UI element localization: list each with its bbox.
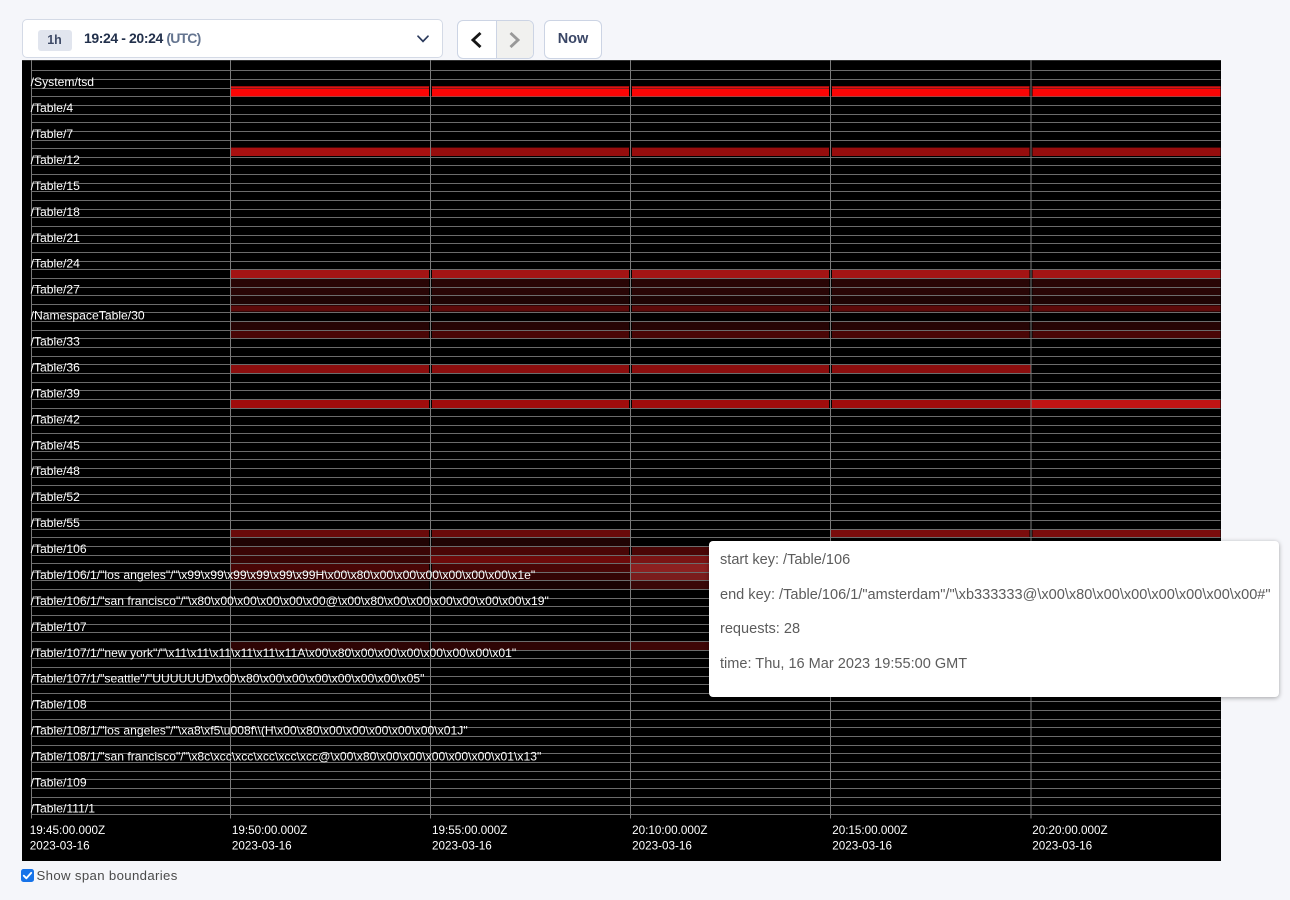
svg-text:/Table/39: /Table/39 xyxy=(31,386,81,400)
svg-text:/Table/4: /Table/4 xyxy=(31,101,74,115)
svg-text:/Table/12: /Table/12 xyxy=(31,153,81,167)
svg-text:/Table/106/1/"los angeles"/"\x: /Table/106/1/"los angeles"/"\x99\x99\x99… xyxy=(31,568,536,582)
svg-text:/Table/107/1/"seattle"/"UUUUUU: /Table/107/1/"seattle"/"UUUUUUD\x00\x80\… xyxy=(31,672,425,686)
svg-text:2023-03-16: 2023-03-16 xyxy=(232,840,292,853)
svg-text:/Table/106/1/"san francisco"/": /Table/106/1/"san francisco"/"\x80\x00\x… xyxy=(31,594,549,608)
svg-text:2023-03-16: 2023-03-16 xyxy=(632,840,692,853)
svg-text:20:15:00.000Z: 20:15:00.000Z xyxy=(832,824,907,837)
svg-text:/Table/48: /Table/48 xyxy=(31,464,81,478)
svg-text:19:45:00.000Z: 19:45:00.000Z xyxy=(30,824,105,837)
svg-text:19:55:00.000Z: 19:55:00.000Z xyxy=(432,824,507,837)
svg-text:/System/tsd: /System/tsd xyxy=(31,75,94,89)
svg-text:20:20:00.000Z: 20:20:00.000Z xyxy=(1032,824,1107,837)
svg-text:/Table/15: /Table/15 xyxy=(31,179,81,193)
svg-text:/Table/36: /Table/36 xyxy=(31,360,81,374)
svg-text:20:10:00.000Z: 20:10:00.000Z xyxy=(632,824,707,837)
svg-text:/Table/108/1/"san francisco"/": /Table/108/1/"san francisco"/"\x8c\xcc\x… xyxy=(31,750,542,764)
svg-text:/Table/42: /Table/42 xyxy=(31,412,81,426)
svg-text:/Table/107: /Table/107 xyxy=(31,620,87,634)
svg-text:/Table/7: /Table/7 xyxy=(31,127,74,141)
svg-text:/Table/107/1/"new york"/"\x11\: /Table/107/1/"new york"/"\x11\x11\x11\x1… xyxy=(31,646,517,660)
svg-text:/Table/55: /Table/55 xyxy=(31,516,81,530)
svg-text:/Table/18: /Table/18 xyxy=(31,205,81,219)
svg-text:/Table/33: /Table/33 xyxy=(31,335,81,349)
svg-text:/Table/45: /Table/45 xyxy=(31,438,81,452)
svg-text:2023-03-16: 2023-03-16 xyxy=(30,840,90,853)
svg-text:/Table/106: /Table/106 xyxy=(31,542,87,556)
svg-text:2023-03-16: 2023-03-16 xyxy=(832,840,892,853)
svg-text:/Table/27: /Table/27 xyxy=(31,283,81,297)
svg-text:/Table/109: /Table/109 xyxy=(31,775,87,789)
svg-text:/Table/108: /Table/108 xyxy=(31,698,87,712)
svg-text:2023-03-16: 2023-03-16 xyxy=(1032,840,1092,853)
svg-text:19:50:00.000Z: 19:50:00.000Z xyxy=(232,824,307,837)
svg-text:2023-03-16: 2023-03-16 xyxy=(432,840,492,853)
svg-text:/Table/21: /Table/21 xyxy=(31,231,81,245)
svg-text:/Table/52: /Table/52 xyxy=(31,490,81,504)
svg-text:/Table/111/1: /Table/111/1 xyxy=(31,801,96,815)
svg-text:/Table/24: /Table/24 xyxy=(31,257,81,271)
svg-text:/Table/108/1/"los angeles"/"\x: /Table/108/1/"los angeles"/"\xa8\xf5\u00… xyxy=(31,724,468,738)
svg-text:/NamespaceTable/30: /NamespaceTable/30 xyxy=(31,309,145,323)
